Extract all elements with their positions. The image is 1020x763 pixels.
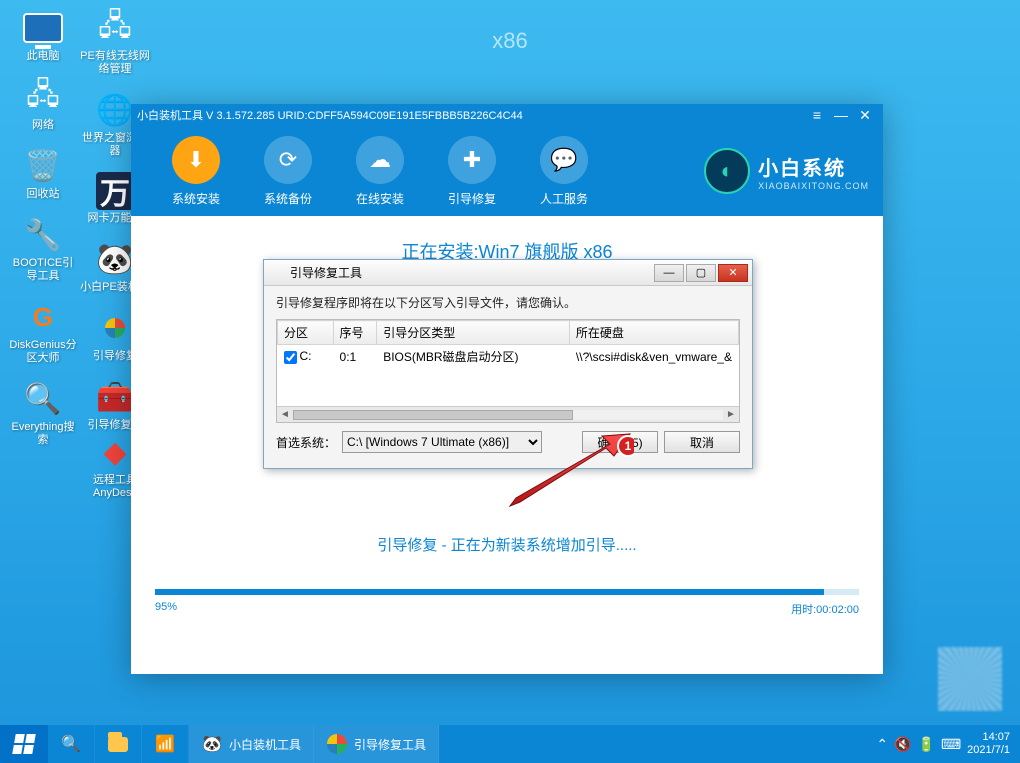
tab-manual-service[interactable]: 💬 人工服务 xyxy=(527,136,601,207)
taskbar-item-boot-repair[interactable]: 引导修复工具 xyxy=(314,725,439,763)
search-icon: 🔍 xyxy=(60,733,82,755)
windows-icon xyxy=(12,734,36,754)
system-tray[interactable]: ⌃ 🔇 🔋 ⌨ 14:07 2021/7/1 xyxy=(866,725,1020,763)
taskbar-item-installer[interactable]: 🐼 小白装机工具 xyxy=(189,725,314,763)
volume-icon[interactable]: 🔇 xyxy=(894,736,911,753)
wifi-icon: 📶 xyxy=(154,733,176,755)
desktop-icon-network[interactable]: 🖧 网络 xyxy=(8,77,78,132)
desktop-icon-diskgenius[interactable]: G DiskGenius分区大师 xyxy=(8,297,78,365)
watermark xyxy=(938,647,1002,711)
installer-titlebar[interactable]: 小白装机工具 V 3.1.572.285 URID:CDFF5A594C09E1… xyxy=(131,104,883,126)
network-icon: 🖧 xyxy=(21,77,65,117)
dialog-maximize-button[interactable]: ▢ xyxy=(686,264,716,282)
dialog-titlebar[interactable]: 引导修复工具 — ▢ ✕ xyxy=(264,260,752,286)
scroll-right-button[interactable]: ► xyxy=(723,409,739,420)
dialog-title: 引导修复工具 xyxy=(290,264,652,281)
trash-icon: 🗑️ xyxy=(21,146,65,186)
taskbar-explorer[interactable] xyxy=(95,725,142,763)
lan-icon: 🖧 xyxy=(93,8,137,48)
progress-fill xyxy=(155,589,824,595)
taskbar-search[interactable]: 🔍 xyxy=(48,725,95,763)
medkit-icon: ✚ xyxy=(448,136,496,184)
minimize-button[interactable]: — xyxy=(829,106,853,124)
dialog-minimize-button[interactable]: — xyxy=(654,264,684,282)
boot-repair-dialog: 引导修复工具 — ▢ ✕ 引导修复程序即将在以下分区写入引导文件，请您确认。 分… xyxy=(263,259,753,469)
boot-status-text: 引导修复 - 正在为新装系统增加引导..... xyxy=(155,534,859,555)
table-row[interactable]: C: 0:1 BIOS(MBR磁盘启动分区) \\?\scsi#disk&ven… xyxy=(278,345,739,369)
ok-button[interactable]: 确定(15) xyxy=(582,431,658,453)
xiaobai-icon: 🐼 xyxy=(201,733,223,755)
table-hscrollbar[interactable]: ◄ ► xyxy=(277,406,739,422)
start-button[interactable] xyxy=(0,725,48,763)
pinwheel-icon xyxy=(270,265,286,281)
col-type[interactable]: 引导分区类型 xyxy=(377,321,570,345)
brand-logo-icon: ◐ xyxy=(704,148,750,194)
taskbar-clock[interactable]: 14:07 2021/7/1 xyxy=(967,731,1010,757)
col-disk[interactable]: 所在硬盘 xyxy=(569,321,738,345)
col-partition[interactable]: 分区 xyxy=(278,321,334,345)
tab-online-install[interactable]: ☁ 在线安装 xyxy=(343,136,417,207)
driver-icon: 万 xyxy=(96,172,134,210)
partition-table[interactable]: 分区 序号 引导分区类型 所在硬盘 C: 0:1 BIOS(MBR磁盘启动分区)… xyxy=(276,319,740,423)
chat-icon: 💬 xyxy=(540,136,588,184)
battery-icon[interactable]: 🔋 xyxy=(918,736,935,753)
diskgenius-icon: G xyxy=(21,297,65,337)
chevron-up-icon[interactable]: ⌃ xyxy=(876,736,888,753)
desktop-icon-everything[interactable]: 🔍 Everything搜索 xyxy=(8,379,78,447)
installer-title: 小白装机工具 V 3.1.572.285 URID:CDFF5A594C09E1… xyxy=(137,107,805,123)
progress-percent: 95% xyxy=(155,601,177,617)
progress-time: 用时:00:02:00 xyxy=(791,601,859,617)
desktop-arch-label: x86 xyxy=(492,28,527,54)
close-button[interactable]: ✕ xyxy=(853,106,877,124)
tab-boot-repair[interactable]: ✚ 引导修复 xyxy=(435,136,509,207)
progress-bar xyxy=(155,589,859,595)
scroll-left-button[interactable]: ◄ xyxy=(277,409,293,420)
tab-sys-backup[interactable]: ⟳ 系统备份 xyxy=(251,136,325,207)
dialog-message: 引导修复程序即将在以下分区写入引导文件，请您确认。 xyxy=(276,294,740,311)
dialog-close-button[interactable]: ✕ xyxy=(718,264,748,282)
preferred-system-select[interactable]: C:\ [Windows 7 Ultimate (x86)] xyxy=(342,431,542,453)
col-index[interactable]: 序号 xyxy=(333,321,377,345)
cloud-icon: ☁ xyxy=(356,136,404,184)
desktop-icon-recycle-bin[interactable]: 🗑️ 回收站 xyxy=(8,146,78,201)
installer-toolbar: ⬇ 系统安装 ⟳ 系统备份 ☁ 在线安装 ✚ 引导修复 💬 人工服务 ◐ 小白系… xyxy=(131,126,883,216)
row-checkbox[interactable] xyxy=(284,351,297,364)
download-icon: ⬇ xyxy=(172,136,220,184)
cancel-button[interactable]: 取消 xyxy=(664,431,740,453)
folder-icon xyxy=(107,733,129,755)
monitor-icon xyxy=(21,8,65,48)
wrench-icon: 🔧 xyxy=(21,215,65,255)
desktop-icon-pe-net[interactable]: 🖧 PE有线无线网络管理 xyxy=(80,8,150,76)
search-icon: 🔍 xyxy=(21,379,65,419)
tab-sys-install[interactable]: ⬇ 系统安装 xyxy=(159,136,233,207)
pinwheel-icon xyxy=(326,733,348,755)
keyboard-icon[interactable]: ⌨ xyxy=(941,736,961,753)
taskbar: 🔍 📶 🐼 小白装机工具 引导修复工具 ⌃ 🔇 🔋 ⌨ 14:07 2021/7… xyxy=(0,725,1020,763)
preferred-system-label: 首选系统： xyxy=(276,434,336,451)
backup-icon: ⟳ xyxy=(264,136,312,184)
brand: ◐ 小白系统 XIAOBAIXITONG.COM xyxy=(704,148,869,194)
desktop-icon-bootice[interactable]: 🔧 BOOTICE引导工具 xyxy=(8,215,78,283)
scroll-thumb[interactable] xyxy=(293,410,573,420)
taskbar-network[interactable]: 📶 xyxy=(142,725,189,763)
desktop-icon-this-pc[interactable]: 此电脑 xyxy=(8,8,78,63)
menu-button[interactable]: ≡ xyxy=(805,106,829,124)
